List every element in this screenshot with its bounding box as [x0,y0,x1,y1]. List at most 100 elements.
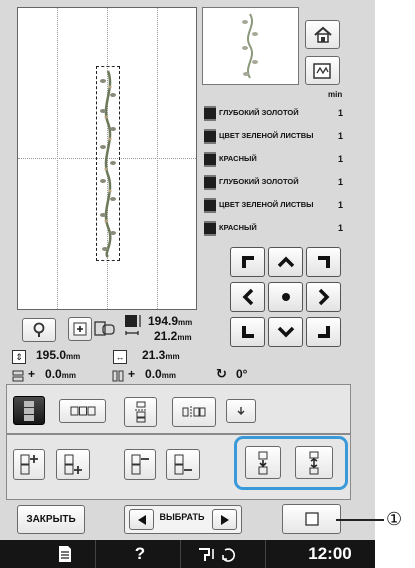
document-icon [59,546,71,562]
add-repeat-above-button[interactable] [13,449,45,480]
move-left-button[interactable] [230,282,265,312]
thread-name: ГЛУБОКИЙ ЗОЛОТОЙ [219,108,299,117]
pattern-width-value: 21.2mm [154,329,192,343]
total-length: 195.0 [36,348,67,362]
move-down-left-button[interactable] [230,317,265,347]
connection-status[interactable] [183,540,253,568]
horizontal-spacing-button[interactable] [172,397,216,427]
triangle-left-icon [137,514,146,525]
offset-x-unit: mm [61,371,76,380]
horizontal-offset-icon [112,369,124,382]
pattern-height-value: 194.9mm [148,314,192,328]
move-up-right-button[interactable] [306,247,341,277]
thread-spool-icon [204,197,216,213]
center-position-button[interactable] [226,399,256,423]
add-repeat-below-button[interactable] [56,449,90,480]
space-narrow-button[interactable] [245,446,281,479]
move-up-button[interactable] [268,247,303,277]
offset-x: 0.0 [45,367,62,381]
embroidery-card-icon [312,62,331,79]
vertical-spacing-button[interactable] [124,397,157,427]
embroidery-frame-area[interactable] [17,7,197,310]
thread-count: 1 [337,223,343,233]
pattern-frame-button[interactable] [68,317,92,341]
zoom-button[interactable] [22,318,56,342]
move-up-left-button[interactable] [230,247,265,277]
close-button[interactable]: ЗАКРЫТЬ [17,505,85,534]
embroidery-edit-screen: min ГЛУБОКИЙ ЗОЛОТОЙ 1 ЦВЕТ ЗЕЛЕНОЙ ЛИСТ… [0,0,375,568]
corner-down-left-icon [241,326,254,338]
add-above-icon [20,454,38,474]
center-button[interactable] [268,282,303,312]
size-icon [124,314,142,338]
thread-spool-icon [204,128,216,144]
bottom-bar-divider [265,540,266,568]
rotation-icon: ↻ [216,366,227,381]
callout-number: ① [386,509,403,529]
thread-count: 1 [337,131,343,141]
empty-square-icon [304,512,319,526]
move-down-button[interactable] [268,317,303,347]
thread-name: ЦВЕТ ЗЕЛЕНОЙ ЛИСТВЫ [219,200,314,209]
rotation-angle: 0° [236,367,248,381]
space-widen-button[interactable] [295,446,333,479]
home-icon [313,26,332,43]
offset-plus-y: + [128,367,136,381]
select-label: ВЫБРАТЬ [159,512,205,522]
close-button-label: ЗАКРЫТЬ [26,514,76,525]
thread-row: КРАСНЫЙ 1 [202,217,344,239]
remove-repeat-below-button[interactable] [166,449,200,480]
help-button[interactable]: ? [115,540,165,568]
frame-toggle-button[interactable] [282,504,341,534]
thread-row: ЦВЕТ ЗЕЛЕНОЙ ЛИСТВЫ 1 [202,125,344,147]
memo-button[interactable] [40,540,90,568]
pattern-height: 194.9 [148,314,179,328]
machine-connection-icon [199,548,236,562]
clock-time: 12:00 [308,544,352,563]
thread-spool-icon [204,105,216,121]
pattern-width-unit: mm [177,333,192,342]
wide-spacing-icon [309,451,319,474]
bottom-bar-divider [95,540,96,568]
corner-down-right-icon [317,326,330,338]
thread-name: ЦВЕТ ЗЕЛЕНОЙ ЛИСТВЫ [219,131,314,140]
thread-count: 1 [337,154,343,164]
move-right-button[interactable] [306,282,341,312]
pattern-selection-box[interactable] [96,66,120,261]
remove-above-icon [131,454,149,474]
thread-spool-icon [204,220,216,236]
move-down-right-button[interactable] [306,317,341,347]
thread-spool-icon [204,174,216,190]
thread-row: ЦВЕТ ЗЕЛЕНОЙ ЛИСТВЫ 1 [202,194,344,216]
select-next-button[interactable] [212,509,237,530]
total-length-icon: ⇕ [12,350,26,364]
thread-unit-label: min [328,90,343,99]
total-length-value: 195.0mm [36,348,80,362]
home-button[interactable] [305,20,340,49]
thread-row: ГЛУБОКИЙ ЗОЛОТОЙ 1 [202,171,344,193]
frame-plus-icon [73,322,87,336]
chevron-down-icon [277,326,294,338]
thread-row: ГЛУБОКИЙ ЗОЛОТОЙ 1 [202,102,344,124]
thread-row: КРАСНЫЙ 1 [202,148,344,170]
preview-vine-image [242,13,258,79]
bottom-status-bar: ? 12:00 [0,540,375,568]
triangle-right-icon [220,514,229,525]
thread-name: КРАСНЫЙ [219,154,257,163]
select-previous-button[interactable] [129,509,154,530]
vertical-repeat-tab[interactable] [13,396,45,425]
vine-pattern-image [100,70,116,258]
thread-count: 1 [337,177,343,187]
chevron-right-icon [318,288,329,306]
add-below-icon [64,454,82,474]
pattern-height-unit: mm [178,318,193,327]
total-length-unit: mm [66,352,81,361]
hoop-icon [94,320,116,338]
remove-below-icon [174,454,192,474]
vertical-offset-value: + 0.0mm [28,367,76,381]
horizontal-repeat-tab[interactable] [59,399,106,423]
thread-count: 1 [337,108,343,118]
embroidery-mode-button[interactable] [305,56,340,85]
help-label: ? [134,544,146,563]
remove-repeat-above-button[interactable] [124,449,156,480]
